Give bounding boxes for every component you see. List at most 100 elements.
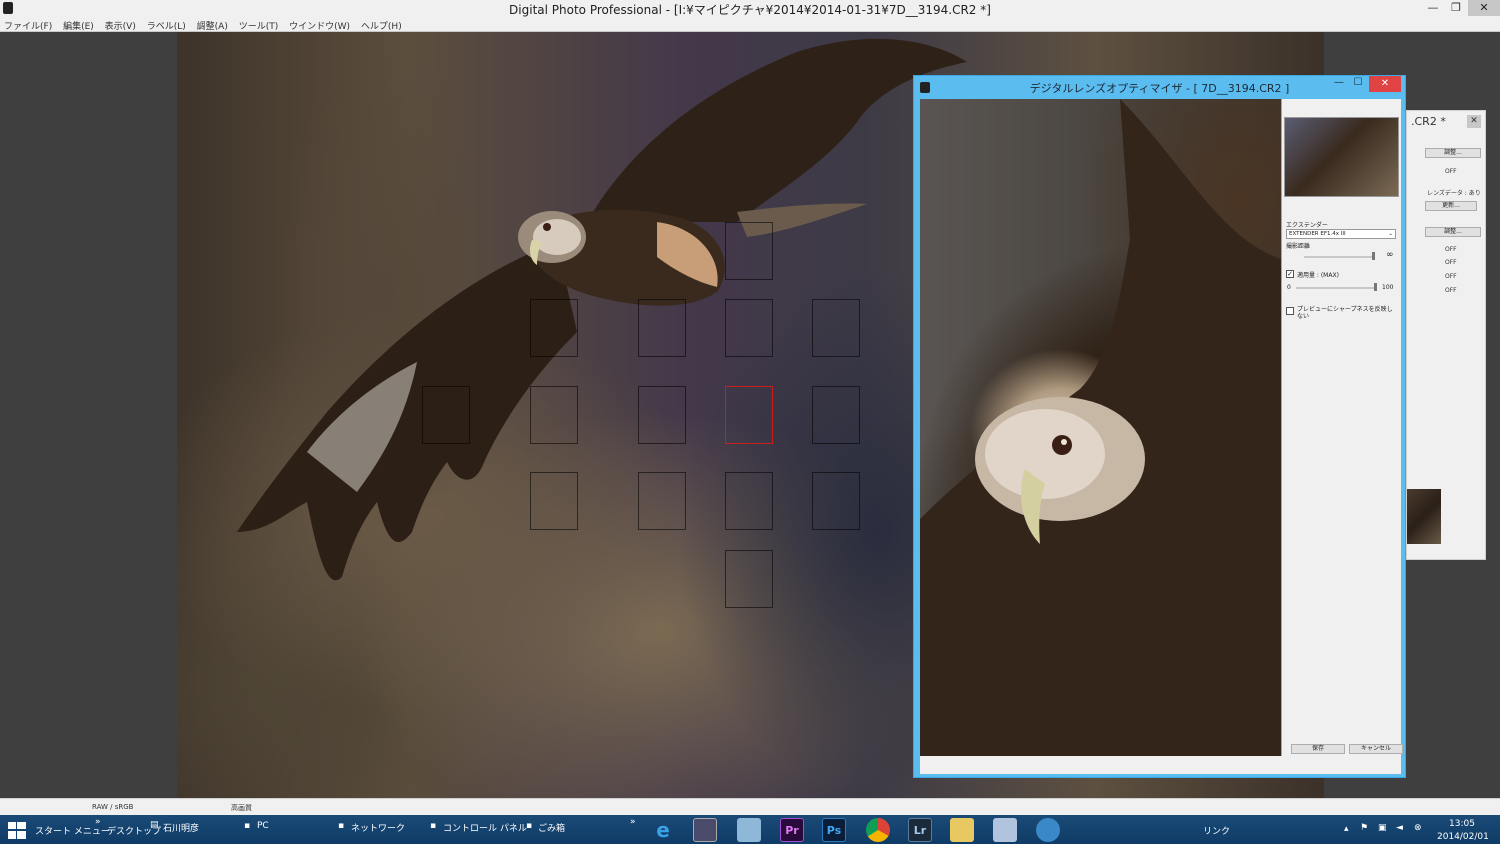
tool-palette-title: .CR2 *	[1411, 115, 1446, 128]
menu-label[interactable]: ラベル(L)	[143, 17, 190, 32]
af-point[interactable]	[638, 386, 686, 444]
bird-closeup	[920, 99, 1281, 756]
dlo-dialog: デジタルレンズオプティマイザ - [ 7D__3194.CR2 ] — ☐ ✕ …	[913, 75, 1406, 778]
af-point[interactable]	[812, 299, 860, 357]
clock-time[interactable]: 13:05	[1449, 819, 1475, 829]
status-off: OFF	[1445, 273, 1457, 280]
distance-label: 撮影距離	[1286, 243, 1311, 250]
menu-tools[interactable]: ツール(T)	[235, 17, 283, 32]
folder-icon[interactable]: ▤	[150, 820, 159, 830]
tool-palette-close-button[interactable]: ✕	[1467, 115, 1481, 128]
control-panel-link[interactable]: コントロール パネル	[443, 821, 527, 834]
status-off: OFF	[1445, 168, 1457, 175]
dlo-navigator[interactable]	[1284, 117, 1399, 197]
amount-checkbox[interactable]: ✓	[1286, 270, 1294, 278]
af-point[interactable]	[725, 222, 773, 280]
save-button[interactable]: 保存	[1291, 744, 1345, 754]
adjust-button-2[interactable]: 調整...	[1425, 227, 1481, 237]
distance-slider-thumb[interactable]	[1372, 252, 1375, 260]
extender-select[interactable]: EXTENDER EF1.4x III ⌄	[1286, 229, 1396, 239]
status-bar: RAW / sRGB 高画質	[0, 798, 1500, 815]
windows-start-icon[interactable]	[8, 822, 26, 839]
af-point[interactable]	[725, 472, 773, 530]
menu-help[interactable]: ヘルプ(H)	[357, 17, 406, 32]
thumbnail	[1407, 489, 1441, 544]
lens-data-label: レンズデータ : あり	[1427, 190, 1481, 197]
menu-edit[interactable]: 編集(E)	[59, 17, 98, 32]
af-point[interactable]	[812, 386, 860, 444]
chevron-right-icon[interactable]: »	[630, 817, 636, 827]
af-point[interactable]	[530, 386, 578, 444]
menu-window[interactable]: ウインドウ(W)	[285, 17, 354, 32]
chat-icon[interactable]	[1036, 818, 1060, 842]
sharpness-checkbox[interactable]	[1286, 307, 1294, 315]
volume-icon[interactable]: ◄	[1396, 823, 1403, 833]
af-point[interactable]	[422, 386, 470, 444]
dlo-button-bar: 保存 キャンセル	[920, 744, 1403, 774]
menu-bar: ファイル(F) 編集(E) 表示(V) ラベル(L) 調整(A) ツール(T) …	[0, 17, 1500, 32]
chrome-icon[interactable]	[866, 818, 890, 842]
af-point[interactable]	[530, 472, 578, 530]
network-tray-icon[interactable]: ▣	[1378, 823, 1387, 833]
explorer-icon[interactable]	[737, 818, 761, 842]
premiere-icon[interactable]: Pr	[780, 818, 804, 842]
restore-button[interactable]: ❐	[1443, 0, 1469, 16]
infinity-label: ∞	[1386, 250, 1394, 260]
folder-app-icon[interactable]	[950, 818, 974, 842]
taskbar: スタート メニュー » デスクトップ ▤ 石川明彦 ▪ PC ▪ ネットワーク …	[0, 815, 1500, 844]
tray-expand-icon[interactable]: ▴	[1344, 824, 1349, 834]
af-point[interactable]	[725, 550, 773, 608]
paint-icon[interactable]	[993, 818, 1017, 842]
trash-link[interactable]: ごみ箱	[538, 821, 565, 834]
window-title: Digital Photo Professional - [I:¥マイピクチャ¥…	[509, 3, 991, 17]
menu-view[interactable]: 表示(V)	[101, 17, 140, 32]
dlo-settings-panel: エクステンダー EXTENDER EF1.4x III ⌄ 撮影距離 ∞ ✓ 適…	[1282, 99, 1401, 756]
chevron-down-icon: ⌄	[1388, 231, 1393, 237]
close-circle-icon[interactable]: ⊗	[1414, 823, 1422, 833]
status-off: OFF	[1445, 259, 1457, 266]
af-point[interactable]	[638, 472, 686, 530]
network-link[interactable]: ネットワーク	[351, 821, 405, 834]
network-icon[interactable]: ▪	[338, 821, 344, 831]
close-button[interactable]: ✕	[1468, 0, 1500, 16]
amount-label: 適用量 : (MAX)	[1297, 272, 1339, 279]
af-point[interactable]	[530, 299, 578, 357]
amount-slider[interactable]	[1296, 287, 1376, 289]
lightroom-icon[interactable]: Lr	[908, 818, 932, 842]
links-toolbar[interactable]: リンク	[1203, 824, 1230, 837]
cancel-button[interactable]: キャンセル	[1349, 744, 1403, 754]
extender-label: エクステンダー	[1286, 222, 1328, 229]
af-point[interactable]	[725, 299, 773, 357]
dlo-maximize-button[interactable]: ☐	[1351, 77, 1365, 93]
flag-icon[interactable]: ⚑	[1360, 823, 1368, 833]
clock-date[interactable]: 2014/02/01	[1437, 832, 1489, 842]
amount-slider-thumb[interactable]	[1374, 283, 1377, 291]
adjust-button[interactable]: 調整...	[1425, 148, 1481, 158]
slider-min-label: 0	[1287, 284, 1291, 291]
update-button[interactable]: 更新...	[1425, 201, 1477, 211]
menu-file[interactable]: ファイル(F)	[0, 17, 56, 32]
title-bar: Digital Photo Professional - [I:¥マイピクチャ¥…	[0, 0, 1500, 17]
dpp-icon[interactable]	[693, 818, 717, 842]
color-space-status: RAW / sRGB	[92, 803, 134, 811]
trash-icon[interactable]: ▪	[526, 821, 532, 831]
af-point[interactable]	[638, 299, 686, 357]
control-panel-icon[interactable]: ▪	[430, 821, 436, 831]
dlo-preview[interactable]	[920, 99, 1281, 756]
af-point-selected[interactable]	[725, 386, 773, 444]
user-folder-link[interactable]: 石川明彦	[163, 821, 199, 834]
quality-status: 高画質	[231, 804, 252, 812]
dlo-minimize-button[interactable]: —	[1332, 77, 1346, 93]
pc-icon[interactable]: ▪	[244, 821, 250, 831]
photoshop-icon[interactable]: Ps	[822, 818, 846, 842]
pc-link[interactable]: PC	[257, 821, 269, 831]
extender-value: EXTENDER EF1.4x III	[1289, 231, 1346, 237]
dlo-close-button[interactable]: ✕	[1369, 76, 1401, 92]
af-point[interactable]	[812, 472, 860, 530]
ie-icon[interactable]: e	[651, 818, 675, 842]
menu-adjust[interactable]: 調整(A)	[193, 17, 232, 32]
slider-max-label: 100	[1382, 284, 1394, 291]
distance-slider[interactable]	[1304, 256, 1374, 258]
chevron-right-icon[interactable]: »	[95, 817, 101, 827]
sharpness-label: プレビューにシャープネスを反映しない	[1297, 306, 1393, 320]
